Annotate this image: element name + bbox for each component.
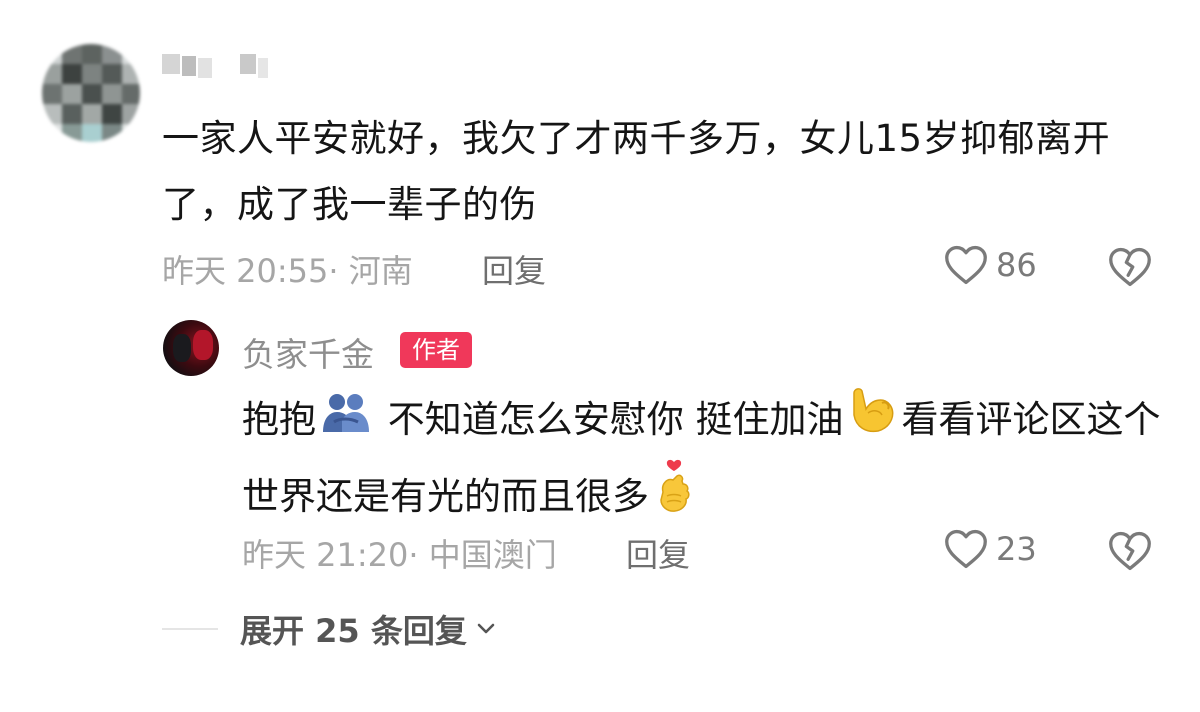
like-button[interactable]: 86 — [944, 244, 1037, 286]
comment-meta: 昨天 20:55· 河南 — [162, 252, 413, 290]
reply-meta: 昨天 21:20· 中国澳门 — [242, 536, 557, 574]
reply-text-part2: 不知道怎么安慰你 挺住加油 — [376, 398, 844, 441]
broken-heart-icon — [1108, 246, 1152, 288]
reply-username[interactable]: 负家千金 — [242, 328, 374, 376]
expand-replies-button[interactable]: 展开 25 条回复 — [240, 606, 497, 652]
flexed-biceps-emoji — [848, 385, 898, 458]
avatar-commenter[interactable] — [42, 44, 140, 142]
reply-like-button[interactable]: 23 — [944, 528, 1037, 570]
avatar-author[interactable] — [163, 320, 219, 376]
broken-heart-icon — [1108, 530, 1152, 572]
like-count: 86 — [996, 246, 1037, 284]
heart-outline-icon — [944, 528, 988, 570]
reply-text-part1: 抱抱 — [242, 398, 316, 441]
expand-divider — [162, 628, 218, 630]
chevron-down-icon — [475, 618, 497, 640]
people-hugging-emoji — [320, 387, 372, 457]
reply-reply-button[interactable]: 回复 — [626, 530, 690, 576]
hand-with-index-finger-and-thumb-crossed-emoji — [653, 458, 695, 539]
reply-dislike-button[interactable] — [1108, 530, 1152, 572]
reply-text: 抱抱 不知道怎么安慰你 挺住加油 看看评论区这个世界还是有光的而且很多 — [242, 385, 1172, 539]
expand-replies-label: 展开 25 条回复 — [240, 612, 467, 650]
comment-text: 一家人平安就好，我欠了才两千多万，女儿15岁抑郁离开了，成了我一辈子的伤 — [162, 117, 1111, 226]
reply-like-count: 23 — [996, 530, 1037, 568]
author-badge: 作者 — [400, 332, 472, 368]
dislike-button[interactable] — [1108, 246, 1152, 288]
username-blurred[interactable] — [162, 50, 282, 78]
reply-button[interactable]: 回复 — [482, 246, 546, 292]
heart-outline-icon — [944, 244, 988, 286]
